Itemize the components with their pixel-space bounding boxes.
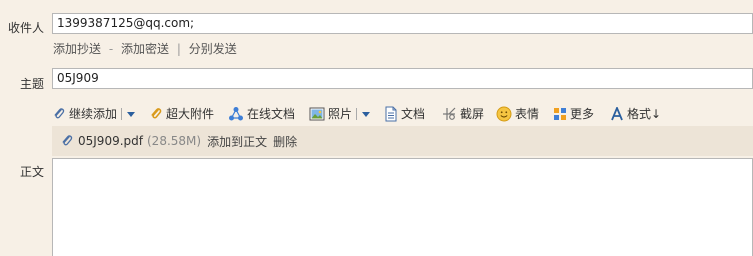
- add-bcc-link[interactable]: 添加密送: [121, 42, 169, 56]
- attachment-row: 05J909.pdf (28.58M) 添加到正文 删除: [52, 126, 753, 156]
- delete-attachment-link[interactable]: 删除: [273, 133, 297, 150]
- link-separator: |: [176, 42, 181, 56]
- scissors-icon: [443, 107, 456, 120]
- large-attachment-button[interactable]: 超大附件: [149, 104, 214, 124]
- screenshot-label: 截屏: [460, 107, 485, 121]
- chevron-down-icon[interactable]: [127, 111, 136, 117]
- toolbar-divider: [121, 108, 123, 120]
- online-doc-button[interactable]: 在线文档: [228, 104, 295, 124]
- recipient-input[interactable]: 1399387125@qq.com;: [52, 13, 753, 34]
- subject-label: 主题: [19, 77, 44, 91]
- link-separator: -: [108, 42, 114, 56]
- photo-label: 照片: [328, 107, 353, 121]
- attachment-filename: 05J909.pdf: [78, 134, 143, 148]
- recipient-label: 收件人: [7, 21, 44, 35]
- more-label: 更多: [570, 107, 595, 121]
- subject-value: 05J909: [57, 71, 99, 85]
- smiley-icon: [496, 106, 512, 122]
- document-button[interactable]: 文档: [384, 104, 425, 124]
- format-button[interactable]: 格式↓: [610, 104, 661, 124]
- image-icon: [309, 107, 325, 121]
- format-label: 格式↓: [627, 107, 662, 121]
- compose-toolbar: 继续添加 超大附件 在线文档 照片 文档 截屏 表情 更多 格式↓: [52, 104, 753, 124]
- body-editor[interactable]: [52, 158, 753, 256]
- photo-button[interactable]: 照片: [309, 104, 371, 124]
- send-separately-link[interactable]: 分别发送: [189, 42, 237, 56]
- toolbar-divider: [356, 108, 358, 120]
- emoji-button[interactable]: 表情: [496, 104, 539, 124]
- emoji-label: 表情: [515, 107, 540, 121]
- body-label: 正文: [19, 165, 44, 179]
- large-attachment-label: 超大附件: [166, 107, 215, 121]
- attachment-size: (28.58M): [147, 134, 202, 148]
- chevron-down-icon[interactable]: [362, 111, 371, 117]
- continue-add-label: 继续添加: [69, 107, 118, 121]
- document-label: 文档: [401, 107, 426, 121]
- more-button[interactable]: 更多: [553, 104, 594, 124]
- online-doc-label: 在线文档: [247, 107, 296, 121]
- paperclip-icon: [151, 108, 162, 119]
- add-cc-link[interactable]: 添加抄送: [53, 42, 101, 56]
- continue-add-button[interactable]: 继续添加: [52, 104, 136, 124]
- recipient-links: 添加抄送 - 添加密送 | 分别发送: [53, 40, 237, 57]
- paperclip-icon: [62, 135, 73, 146]
- recipient-value: 1399387125@qq.com;: [57, 16, 195, 30]
- font-format-icon: [611, 107, 623, 121]
- share-nodes-icon: [229, 107, 243, 121]
- paperclip-icon: [54, 108, 65, 119]
- grid-icon: [554, 108, 566, 120]
- subject-input[interactable]: 05J909: [52, 68, 753, 89]
- screenshot-button[interactable]: 截屏: [441, 104, 484, 124]
- add-to-body-link[interactable]: 添加到正文: [207, 133, 267, 150]
- document-icon: [385, 106, 397, 122]
